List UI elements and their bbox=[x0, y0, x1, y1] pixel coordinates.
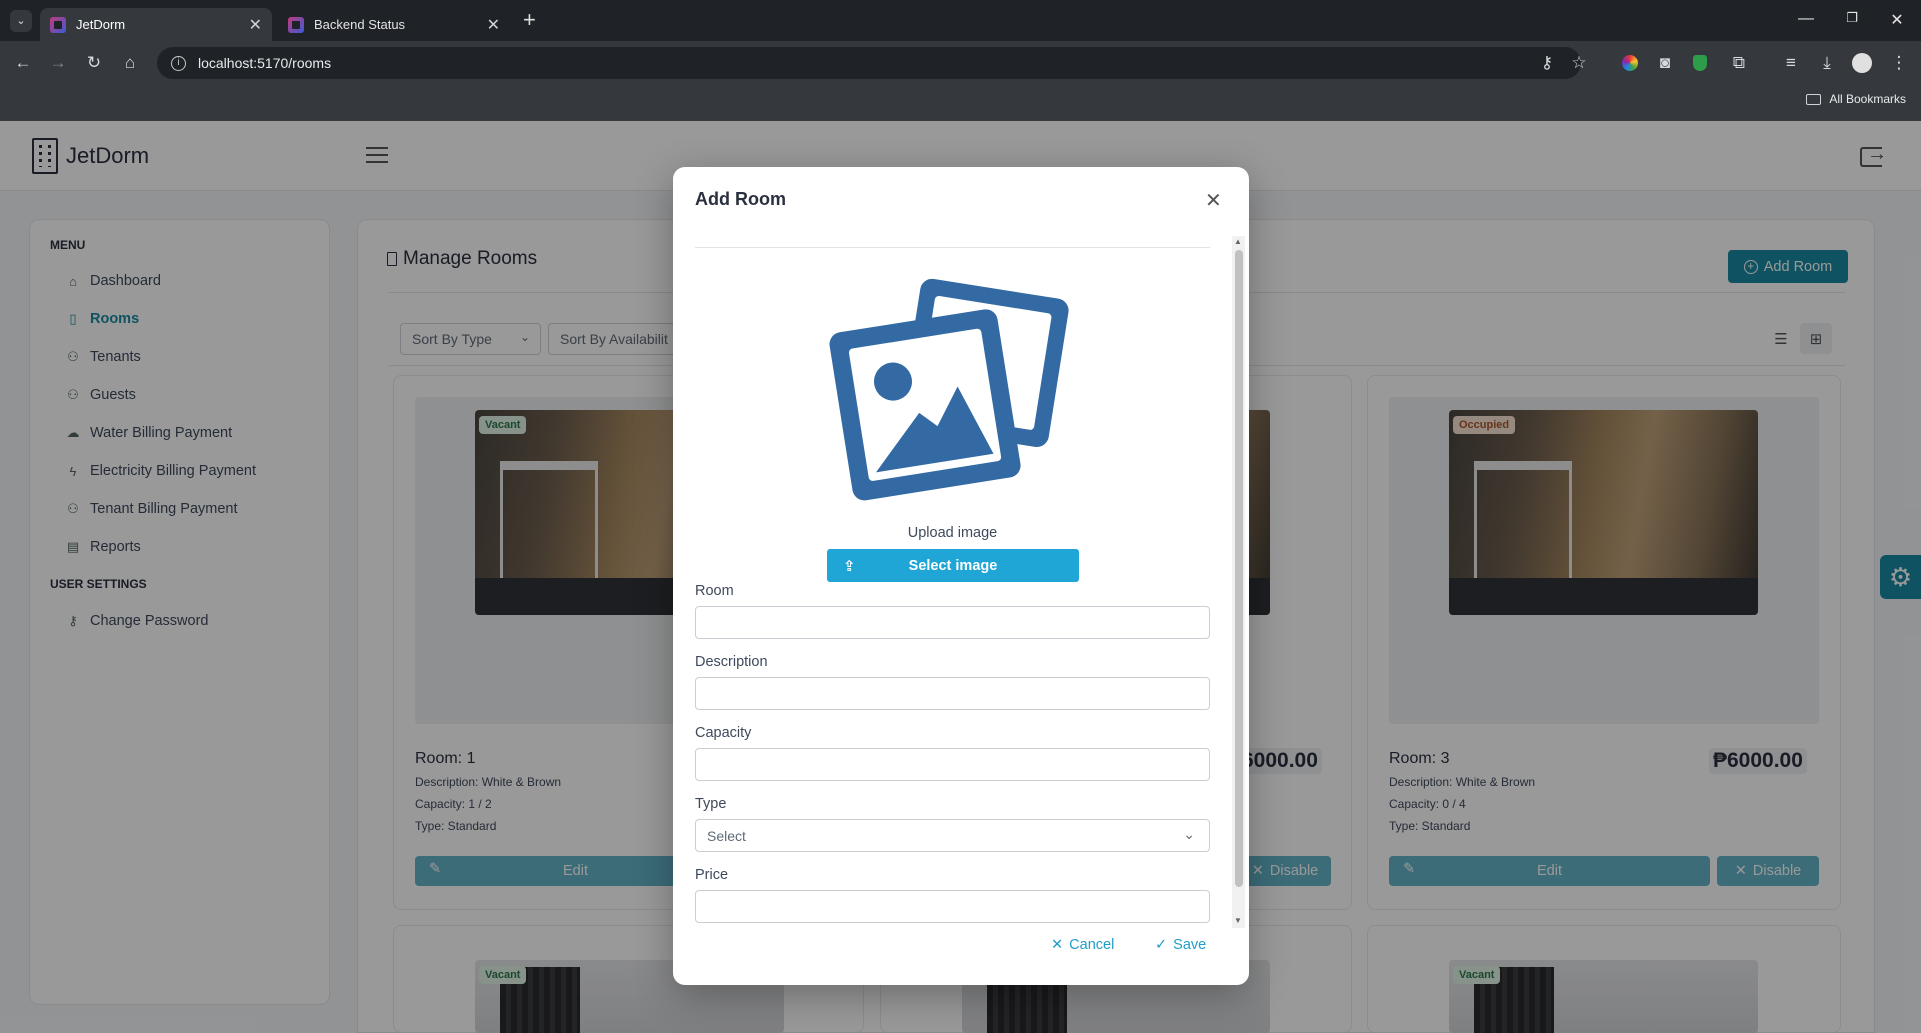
description-input[interactable] bbox=[695, 677, 1210, 710]
divider bbox=[695, 247, 1210, 248]
browser-menu-icon[interactable]: ⋮ bbox=[1889, 53, 1909, 73]
save-button[interactable]: ✓ Save bbox=[1155, 937, 1206, 953]
description-label: Description bbox=[695, 654, 768, 670]
color-extension-icon[interactable] bbox=[1622, 55, 1638, 71]
close-window-icon[interactable]: ✕ bbox=[1887, 10, 1907, 30]
tab-title: Backend Status bbox=[314, 17, 406, 32]
download-icon[interactable]: ⤓ bbox=[1817, 53, 1837, 73]
close-icon[interactable]: ✕ bbox=[1205, 188, 1222, 213]
x-icon: ✕ bbox=[1051, 937, 1064, 953]
address-bar[interactable]: i localhost:5170/rooms bbox=[157, 47, 1581, 79]
backend-favicon-icon bbox=[288, 16, 304, 33]
save-label: Save bbox=[1173, 937, 1207, 953]
type-label: Type bbox=[695, 796, 727, 812]
scroll-up-icon[interactable]: ▲ bbox=[1234, 237, 1242, 246]
scroll-down-icon[interactable]: ▼ bbox=[1234, 916, 1242, 925]
jetdorm-favicon-icon bbox=[50, 16, 66, 33]
bookmark-star-icon[interactable]: ☆ bbox=[1569, 53, 1589, 73]
cancel-button[interactable]: ✕ Cancel bbox=[1051, 937, 1114, 953]
close-tab-icon[interactable]: ✕ bbox=[487, 15, 500, 35]
tab-jetdorm[interactable]: JetDorm ✕ bbox=[40, 8, 272, 41]
extensions-puzzle-icon[interactable]: ⧉ bbox=[1729, 53, 1749, 73]
image-placeholder-icon bbox=[829, 278, 1069, 501]
tab-backend-status[interactable]: Backend Status ✕ bbox=[278, 8, 510, 41]
back-icon[interactable]: ← bbox=[13, 53, 33, 73]
restore-icon[interactable]: ❐ bbox=[1842, 10, 1862, 26]
upload-image-label: Upload image bbox=[907, 525, 998, 541]
bookmarks-bar bbox=[0, 85, 1921, 121]
new-tab-icon[interactable]: + bbox=[523, 7, 536, 33]
tab-search-icon[interactable]: ⌄ bbox=[10, 10, 32, 32]
site-info-icon[interactable]: i bbox=[171, 55, 186, 71]
capacity-label: Capacity bbox=[695, 725, 752, 741]
media-queue-icon[interactable]: ≡ bbox=[1781, 53, 1801, 73]
password-key-icon[interactable]: ⚷ bbox=[1537, 53, 1557, 73]
scrollbar-thumb[interactable] bbox=[1235, 250, 1243, 887]
all-bookmarks-label: All Bookmarks bbox=[1829, 92, 1906, 106]
room-label: Room bbox=[695, 583, 734, 599]
forward-icon[interactable]: → bbox=[48, 53, 68, 73]
reload-icon[interactable]: ↻ bbox=[84, 53, 104, 73]
camera-extension-icon[interactable]: ◙ bbox=[1655, 53, 1675, 73]
room-input[interactable] bbox=[695, 606, 1210, 639]
upload-icon: ⇪ bbox=[843, 558, 856, 575]
type-select[interactable]: Select ⌄ bbox=[695, 819, 1210, 852]
type-select-value: Select bbox=[707, 827, 746, 844]
cancel-label: Cancel bbox=[1069, 937, 1115, 953]
capacity-input[interactable] bbox=[695, 748, 1210, 781]
select-image-label: Select image bbox=[908, 557, 998, 574]
url-text: localhost:5170/rooms bbox=[198, 55, 332, 71]
home-icon[interactable]: ⌂ bbox=[120, 53, 140, 73]
modal-title: Add Room bbox=[695, 189, 786, 209]
select-image-button[interactable]: ⇪ Select image bbox=[827, 549, 1079, 582]
folder-icon bbox=[1806, 93, 1822, 105]
all-bookmarks-button[interactable]: All Bookmarks bbox=[1806, 92, 1906, 106]
profile-avatar[interactable] bbox=[1852, 53, 1872, 73]
tab-title: JetDorm bbox=[76, 17, 126, 32]
shield-extension-icon[interactable] bbox=[1693, 55, 1707, 71]
minimize-icon[interactable]: — bbox=[1796, 10, 1816, 28]
price-input[interactable] bbox=[695, 890, 1210, 923]
check-icon: ✓ bbox=[1155, 937, 1168, 953]
close-tab-icon[interactable]: ✕ bbox=[249, 15, 262, 35]
chevron-down-icon: ⌄ bbox=[1183, 826, 1195, 842]
price-label: Price bbox=[695, 867, 729, 883]
